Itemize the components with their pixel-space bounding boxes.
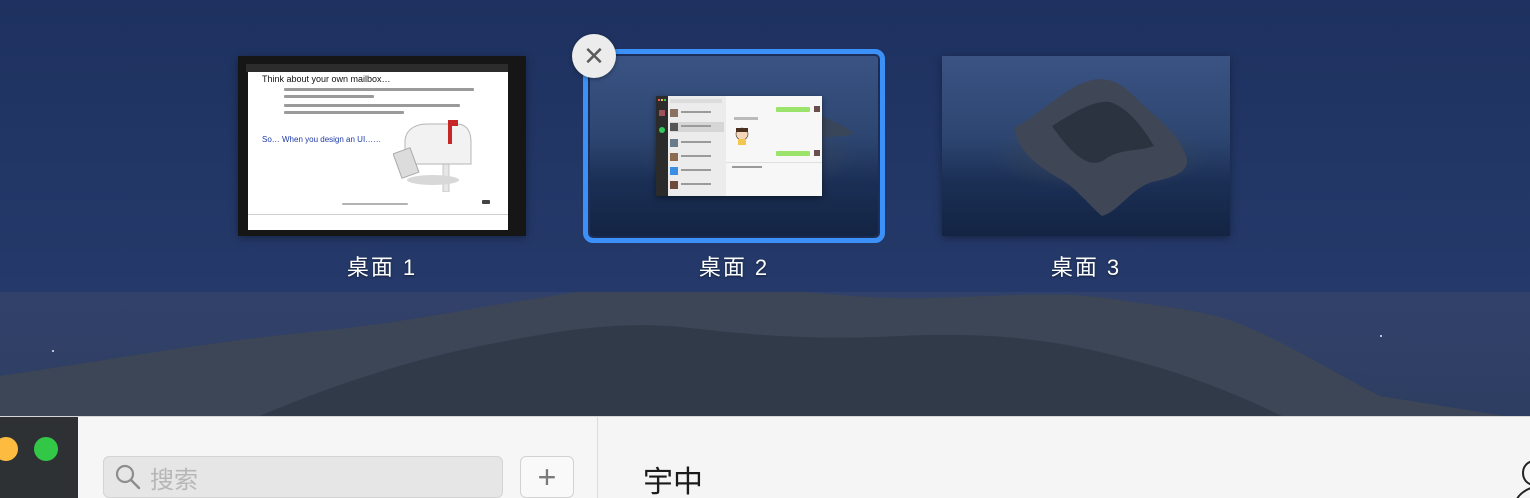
conversation-list-pane: 搜索 + (78, 417, 598, 498)
presentation-slide: Think about your own mailbox… So… When y… (248, 72, 508, 230)
maximize-button[interactable] (34, 437, 58, 461)
sent-bubble (776, 107, 810, 112)
app-sidebar (0, 417, 78, 498)
mailbox-image (393, 120, 472, 192)
slide-text-line (284, 88, 474, 91)
desktop-1-thumbnail[interactable]: Think about your own mailbox… So… When y… (238, 56, 526, 236)
slide-footer (342, 203, 408, 205)
catalina-island (1014, 79, 1187, 216)
chat-row (670, 122, 724, 132)
minimize-button[interactable] (0, 437, 18, 461)
close-space-button[interactable]: ✕ (572, 34, 616, 78)
sticker-image (735, 127, 749, 145)
chat-app-window: 搜索 + 宇中 (0, 416, 1530, 498)
chat-list-thumbnail (668, 96, 726, 196)
chat-row (670, 138, 724, 148)
space-label: 桌面 2 (698, 255, 770, 280)
mountain-ridge (0, 282, 1530, 420)
chat-row (670, 180, 724, 190)
slide-text-line (284, 104, 460, 107)
slide-text-line (284, 95, 374, 98)
space-desktop-2[interactable]: ✕ 桌面 2 (572, 34, 885, 280)
plus-icon: + (537, 458, 557, 495)
slide-text-line (284, 111, 404, 114)
sent-bubble (776, 151, 810, 156)
space-label: 桌面 3 (1050, 255, 1122, 280)
chat-title: 宇中 (643, 465, 703, 498)
chat-row (670, 108, 724, 118)
slide-heading: Think about your own mailbox… (262, 74, 391, 84)
presentation-toolbar (246, 64, 508, 72)
space-desktop-3[interactable]: 桌面 3 (942, 56, 1230, 280)
chat-row (670, 152, 724, 162)
slide-callout: So… When you design an UI…… (262, 135, 382, 144)
desktop-3-thumbnail[interactable] (942, 56, 1230, 236)
person-icon[interactable] (1515, 455, 1530, 498)
chat-app-sidebar (656, 96, 668, 196)
presentation-notes-area (248, 214, 508, 228)
chat-header: 宇中 (600, 417, 1530, 498)
close-icon: ✕ (583, 40, 605, 71)
chat-app-window-thumbnail (656, 96, 822, 196)
slide-logo (482, 200, 490, 204)
search-icon (114, 463, 142, 491)
space-desktop-1[interactable]: Think about your own mailbox… So… When y… (238, 56, 526, 280)
search-placeholder: 搜索 (150, 465, 198, 494)
desktop-2-thumbnail[interactable] (583, 49, 885, 243)
spaces-bar: Think about your own mailbox… So… When y… (0, 0, 1530, 292)
chat-row (670, 166, 724, 176)
chat-conversation-thumbnail (726, 96, 822, 196)
add-chat-button[interactable]: + (520, 456, 574, 498)
search-input[interactable]: 搜索 (103, 456, 503, 498)
presentation-window-thumbnail: Think about your own mailbox… So… When y… (238, 56, 526, 236)
space-label: 桌面 1 (346, 255, 418, 280)
